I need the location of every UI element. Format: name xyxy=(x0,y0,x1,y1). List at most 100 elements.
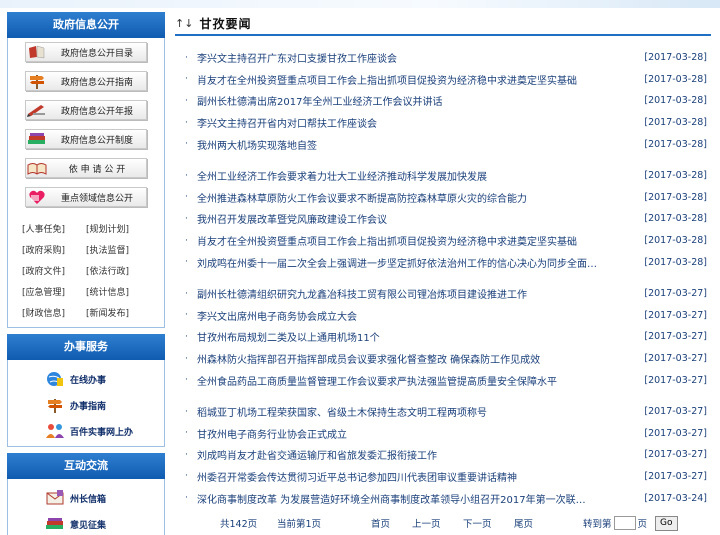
service-item[interactable]: 办事指南 xyxy=(8,392,164,418)
page-number-input[interactable] xyxy=(613,516,636,530)
news-title-link[interactable]: 肖友才在全州投资暨重点项目工作会上指出抓项目促投资为经济稳中求进奠定坚实基础 xyxy=(197,233,637,248)
bullet-icon: · xyxy=(185,353,188,364)
service-item[interactable]: 百件实事网上办 xyxy=(8,418,164,444)
news-title-link[interactable]: 刘成鸣在州委十一届二次全会上强调进一步坚定抓好依法治州工作的信心决心为同步全面… xyxy=(197,255,637,270)
news-title-link[interactable]: 李兴文主持召开省内对口帮扶工作座谈会 xyxy=(197,115,637,130)
news-title-link[interactable]: 全州食品药品工商质量监督管理工作会议要求严执法强监管提高质量安全保障水平 xyxy=(197,373,637,388)
gov-info-header: 政府信息公开 xyxy=(7,12,165,38)
news-date: [2017-03-28] xyxy=(644,256,707,268)
globe-icon xyxy=(44,369,66,389)
interact-item[interactable]: 州长信箱 xyxy=(8,485,164,511)
gov-info-button[interactable]: 政府信息公开年报 xyxy=(25,100,147,120)
news-item[interactable]: · 深化商事制度改革 为发展营造好环境全州商事制度改革领导小组召开2017年第一次… xyxy=(175,487,711,509)
news-title-link[interactable]: 副州长杜德清组织研究九龙鑫冶科技工贸有限公司锂冶炼项目建设推进工作 xyxy=(197,286,637,301)
gov-info-button-label: 重点领域信息公开 xyxy=(60,193,133,204)
news-item[interactable]: · 全州工业经济工作会要求着力壮大工业经济推动科学发展加快发展 [2017-03-2… xyxy=(175,165,711,187)
news-date: [2017-03-27] xyxy=(644,374,707,386)
heart-icon xyxy=(26,189,48,205)
news-title-link[interactable]: 刘成鸣肖友才赴省交通运输厅和省旅发委汇报衔接工作 xyxy=(197,447,637,462)
gov-info-button[interactable]: 政府信息公开目录 xyxy=(25,42,147,62)
news-title-link[interactable]: 深化商事制度改革 为发展营造好环境全州商事制度改革领导小组召开2017年第一次联… xyxy=(197,491,637,506)
news-item[interactable]: · 李兴文主持召开广东对口支援甘孜工作座谈会 [2017-03-28] xyxy=(175,47,711,69)
main-panel: ↑↓ 甘孜要闻 · 李兴文主持召开广东对口支援甘孜工作座谈会 [2017-03-28… xyxy=(175,12,711,531)
interact-item-label: 意见征集 xyxy=(70,520,107,531)
news-item[interactable]: · 肖友才在全州投资暨重点项目工作会上指出抓项目促投资为经济稳中求进奠定坚实基础 [… xyxy=(175,230,711,252)
category-tag-link[interactable]: [统计信息] xyxy=(86,285,150,298)
gov-info-button[interactable]: 政府信息公开指南 xyxy=(25,71,147,91)
gov-info-button-label: 政府信息公开指南 xyxy=(60,77,133,88)
news-date: [2017-03-28] xyxy=(644,95,707,107)
news-item[interactable]: · 全州食品药品工商质量监督管理工作会议要求严执法强监管提高质量安全保障水平 [20… xyxy=(175,369,711,391)
news-item[interactable]: · 副州长杜德清出席2017年全州工业经济工作会议并讲话 [2017-03-28] xyxy=(175,90,711,112)
gov-info-button-label: 政府信息公开年报 xyxy=(60,106,133,117)
news-item[interactable]: · 李兴文出席州电子商务协会成立大会 [2017-03-27] xyxy=(175,305,711,327)
total-pages: 共142页 xyxy=(220,519,258,530)
gov-info-button[interactable]: 重点领域信息公开 xyxy=(25,187,147,207)
category-tag-link[interactable]: [政府文件] xyxy=(22,264,86,277)
news-date: [2017-03-28] xyxy=(644,213,707,225)
next-page-link[interactable]: 下一页 xyxy=(463,516,492,530)
gov-info-button[interactable]: 政府信息公开制度 xyxy=(25,129,147,149)
category-tag-link[interactable]: [执法监督] xyxy=(86,243,150,256)
news-item[interactable]: · 甘孜州布局规划二类及以上通用机场11个 [2017-03-27] xyxy=(175,326,711,348)
news-date: [2017-03-27] xyxy=(644,470,707,482)
bullet-icon: · xyxy=(185,235,188,246)
news-title-link[interactable]: 全州推进森林草原防火工作会议要求不断提高防控森林草原火灾的综合能力 xyxy=(197,190,637,205)
news-item[interactable]: · 李兴文主持召开省内对口帮扶工作座谈会 [2017-03-28] xyxy=(175,112,711,134)
news-item[interactable]: · 副州长杜德清组织研究九龙鑫冶科技工贸有限公司锂冶炼项目建设推进工作 [2017-… xyxy=(175,283,711,305)
category-tag-link[interactable]: [应急管理] xyxy=(22,285,86,298)
news-title-link[interactable]: 肖友才在全州投资暨重点项目工作会上指出抓项目促投资为经济稳中求进奠定坚实基础 xyxy=(197,72,637,87)
news-title-link[interactable]: 州委召开常委会传达贯彻习近平总书记参加四川代表团审议重要讲话精神 xyxy=(197,469,637,484)
news-title-link[interactable]: 副州长杜德清出席2017年全州工业经济工作会议并讲话 xyxy=(197,93,637,108)
news-item[interactable]: · 我州两大机场实现落地自签 [2017-03-28] xyxy=(175,133,711,155)
news-item[interactable]: · 刘成鸣肖友才赴省交通运输厅和省旅发委汇报衔接工作 [2017-03-27] xyxy=(175,444,711,466)
prev-page-link[interactable]: 上一页 xyxy=(412,516,441,530)
first-page-link[interactable]: 首页 xyxy=(371,516,390,530)
news-group: · 全州工业经济工作会要求着力壮大工业经济推动科学发展加快发展 [2017-03-2… xyxy=(175,165,711,273)
bullet-icon: · xyxy=(185,192,188,203)
envelope-icon xyxy=(44,488,66,508)
news-item[interactable]: · 我州召开发展改革暨党风廉政建设工作会议 [2017-03-28] xyxy=(175,208,711,230)
section-title: 甘孜要闻 xyxy=(199,16,252,31)
gov-info-panel: 政府信息公开目录政府信息公开指南 政府信息公开年报政府信息公开制度依 申 请 公 … xyxy=(7,38,165,328)
news-title-link[interactable]: 稻城亚丁机场工程荣获国家、省级土木保持生态文明工程两项称号 xyxy=(197,404,637,419)
gov-info-button[interactable]: 依 申 请 公 开 xyxy=(25,158,147,178)
interact-header: 互动交流 xyxy=(7,453,165,479)
news-title-link[interactable]: 甘孜州电子商务行业协会正式成立 xyxy=(197,426,637,441)
news-item[interactable]: · 州森林防火指挥部召开指挥部成员会议要求强化督查整改 确保森防工作见成效 [201… xyxy=(175,348,711,370)
news-title-link[interactable]: 全州工业经济工作会要求着力壮大工业经济推动科学发展加快发展 xyxy=(197,168,637,183)
category-tag-link[interactable]: [依法行政] xyxy=(86,264,150,277)
bullet-icon: · xyxy=(185,331,188,342)
bullet-icon: · xyxy=(185,139,188,150)
news-title-link[interactable]: 我州召开发展改革暨党风廉政建设工作会议 xyxy=(197,211,637,226)
news-item[interactable]: · 肖友才在全州投资暨重点项目工作会上指出抓项目促投资为经济稳中求进奠定坚实基础 [… xyxy=(175,69,711,91)
news-title-link[interactable]: 州森林防火指挥部召开指挥部成员会议要求强化督查整改 确保森防工作见成效 xyxy=(197,351,637,366)
news-date: [2017-03-28] xyxy=(644,138,707,150)
category-tag-link[interactable]: [人事任免] xyxy=(22,222,86,235)
go-button[interactable]: Go xyxy=(655,515,678,531)
last-page-link[interactable]: 尾页 xyxy=(514,516,533,530)
bullet-icon: · xyxy=(185,428,188,439)
news-title-link[interactable]: 李兴文出席州电子商务协会成立大会 xyxy=(197,308,637,323)
news-item[interactable]: · 刘成鸣在州委十一届二次全会上强调进一步坚定抓好依法治州工作的信心决心为同步全面… xyxy=(175,251,711,273)
news-title-link[interactable]: 甘孜州布局规划二类及以上通用机场11个 xyxy=(197,329,637,344)
news-item[interactable]: · 甘孜州电子商务行业协会正式成立 [2017-03-27] xyxy=(175,423,711,445)
category-tag-link[interactable]: [政府采购] xyxy=(22,243,86,256)
category-tag-link[interactable]: [规划计划] xyxy=(86,222,150,235)
category-tag-link[interactable]: [财政信息] xyxy=(22,306,86,319)
news-date: [2017-03-27] xyxy=(644,331,707,343)
news-item[interactable]: · 州委召开常委会传达贯彻习近平总书记参加四川代表团审议重要讲话精神 [2017-0… xyxy=(175,466,711,488)
news-item[interactable]: · 全州推进森林草原防火工作会议要求不断提高防控森林草原火灾的综合能力 [2017-… xyxy=(175,187,711,209)
news-title-link[interactable]: 李兴文主持召开广东对口支援甘孜工作座谈会 xyxy=(197,50,637,65)
pen-icon xyxy=(26,102,48,118)
news-title-link[interactable]: 我州两大机场实现落地自签 xyxy=(197,137,637,152)
interact-item[interactable]: 意见征集 xyxy=(8,511,164,535)
top-banner-strip xyxy=(0,0,720,8)
service-item[interactable]: 在线办事 xyxy=(8,366,164,392)
news-date: [2017-03-28] xyxy=(644,235,707,247)
bullet-icon: · xyxy=(185,257,188,268)
news-item[interactable]: · 稻城亚丁机场工程荣获国家、省级土木保持生态文明工程两项称号 [2017-03-2… xyxy=(175,401,711,423)
jump-suffix: 页 xyxy=(637,519,648,530)
category-tag-link[interactable]: [新闻发布] xyxy=(86,306,150,319)
signpost-icon xyxy=(26,73,48,89)
